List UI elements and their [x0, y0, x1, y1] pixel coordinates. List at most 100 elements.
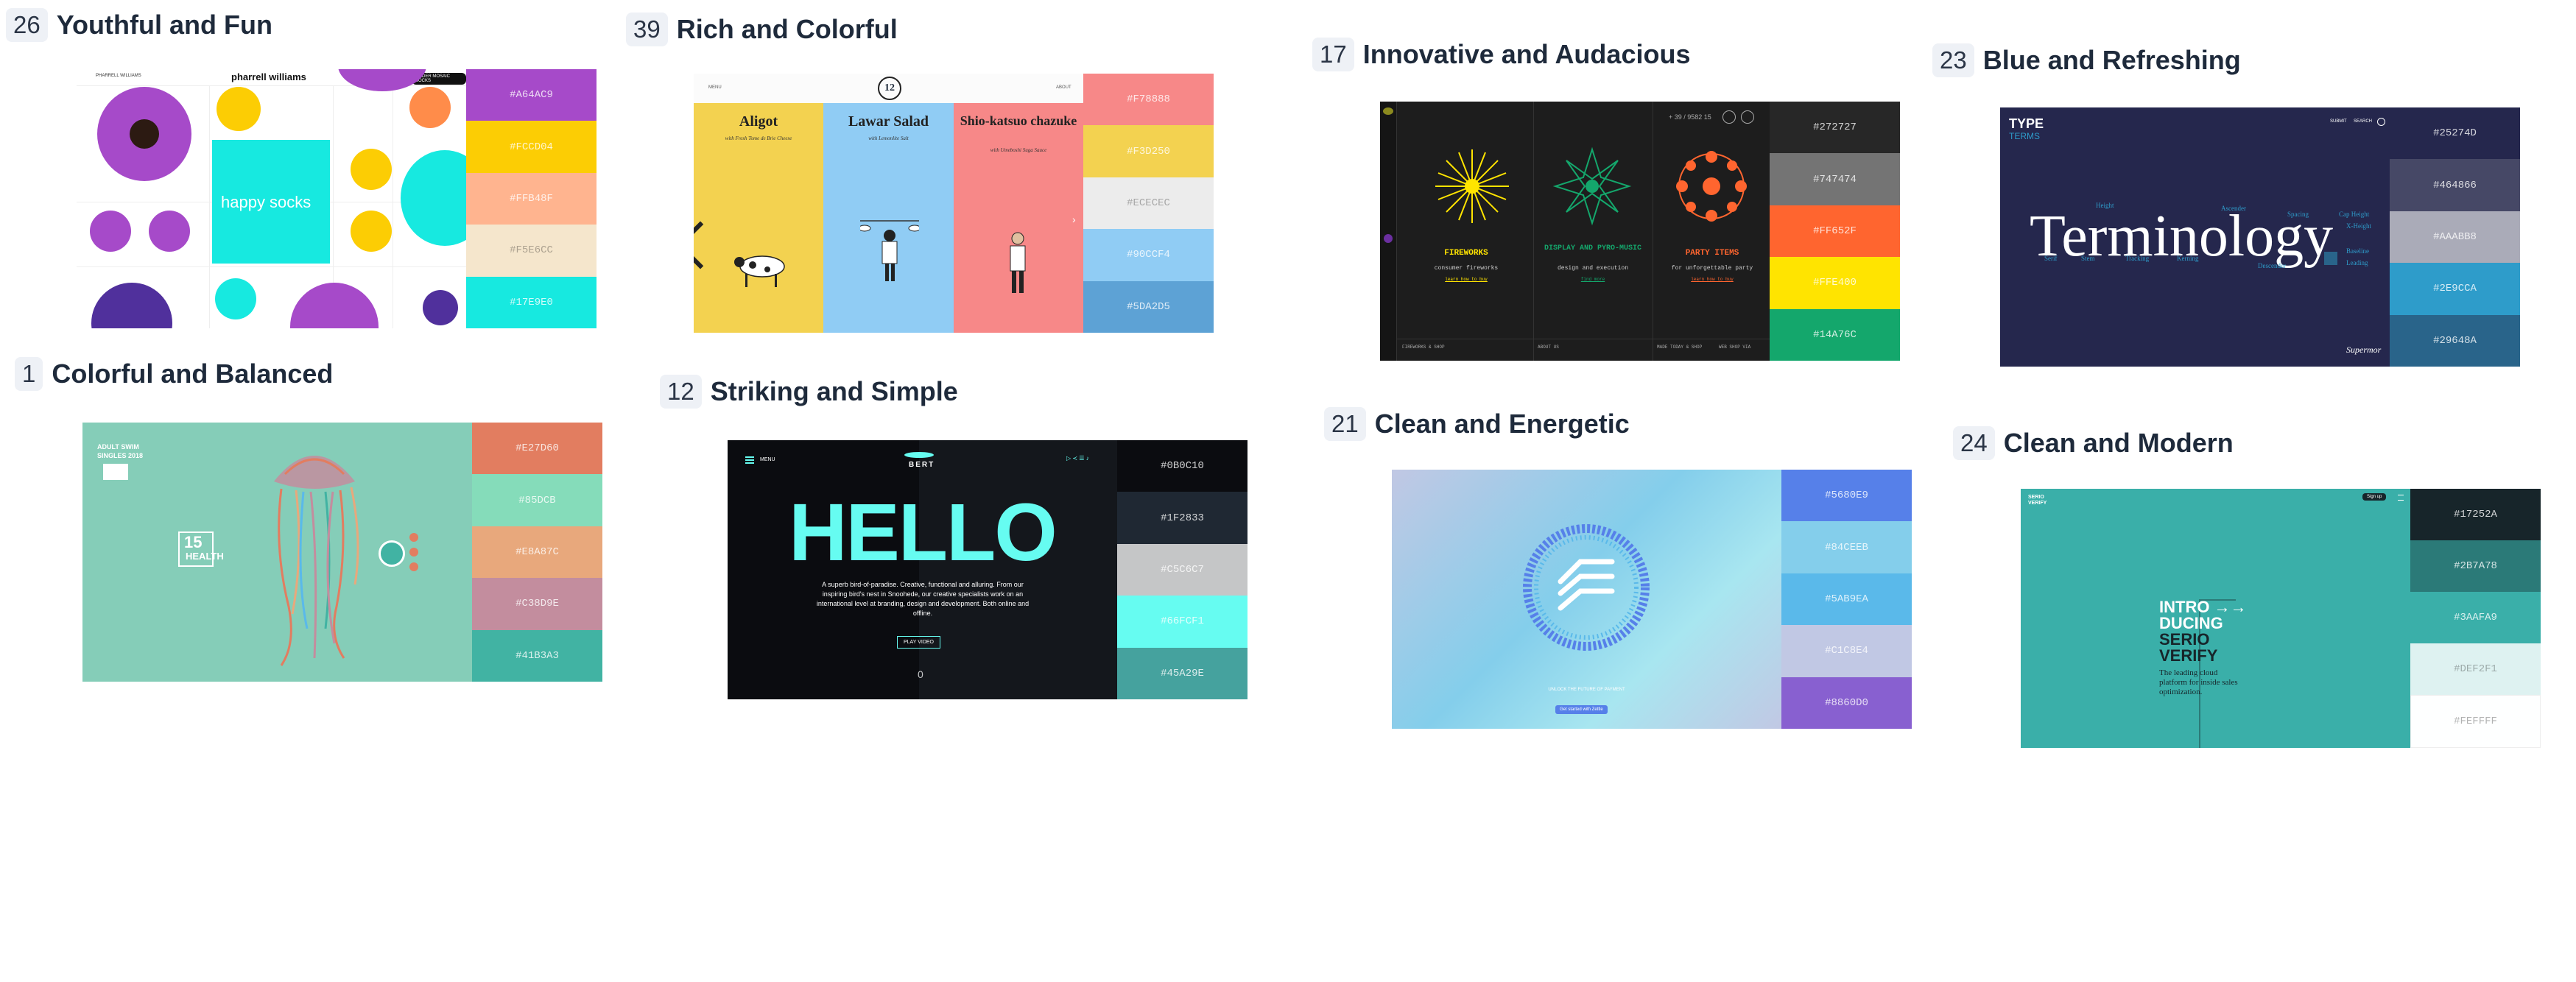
color-swatch[interactable]: #14A76C [1770, 308, 1900, 361]
color-swatch[interactable]: #E27D60 [472, 423, 602, 475]
card-header: 12 Striking and Simple [660, 370, 958, 414]
card-youthful-and-fun[interactable]: 26 Youthful and Fun [6, 3, 272, 47]
panel-link[interactable]: find more [1538, 277, 1648, 282]
color-swatch[interactable]: #66FCF1 [1117, 596, 1247, 648]
color-swatch[interactable]: #F3D250 [1083, 125, 1214, 177]
footer-link[interactable]: MADE TODAY & SHOP [1657, 345, 1702, 350]
color-swatch[interactable]: #FFB48F [466, 172, 597, 225]
next-arrow-icon[interactable]: › [1072, 213, 1076, 225]
color-swatch[interactable]: #F5E6CC [466, 225, 597, 277]
color-swatch[interactable]: #C1C8E4 [1781, 625, 1912, 677]
color-swatch[interactable]: #17252A [2410, 489, 2541, 540]
color-swatch[interactable]: #25274D [2390, 107, 2520, 160]
party-badge-icon [1676, 151, 1747, 222]
tagline: UNLOCK THE FUTURE OF PAYMENT [1548, 688, 1625, 692]
card-clean-and-energetic[interactable]: 21 Clean and Energetic [1324, 402, 1630, 446]
color-swatch[interactable]: #C38D9E [472, 578, 602, 630]
card-colorful-and-balanced[interactable]: 1 Colorful and Balanced [15, 352, 333, 396]
color-swatch[interactable]: #2B7A78 [2410, 540, 2541, 592]
footer-link[interactable]: ABOUT US [1538, 345, 1559, 350]
card-blue-and-refreshing[interactable]: 23 Blue and Refreshing [1932, 38, 2241, 82]
color-swatch[interactable]: #272727 [1770, 102, 1900, 154]
glossary-word: X-Height [2346, 222, 2371, 230]
timer-circle[interactable] [379, 540, 405, 567]
panel-link[interactable]: learn how to buy [1405, 277, 1527, 282]
color-swatch[interactable]: #29648A [2390, 314, 2520, 367]
card-header: 39 Rich and Colorful [626, 7, 898, 52]
preview-blue-and-refreshing[interactable]: TYPE TERMS SUBMIT SEARCH Terminology Hei… [2000, 107, 2520, 367]
glossary-word: Ascender [2221, 205, 2246, 212]
color-swatch[interactable]: #F78888 [1083, 74, 1214, 126]
footer-link[interactable]: WEB SHOP VIA [1719, 345, 1750, 350]
color-swatch[interactable]: #5AB9EA [1781, 573, 1912, 626]
preview-colorful-and-balanced[interactable]: ADULT SWIM SINGLES 2018 15 HEALTH #E27D6… [82, 423, 602, 682]
preview-clean-and-modern[interactable]: SERIO VERIFY Sign up INTRO →→ DUCING SER… [2021, 489, 2541, 748]
preview-striking-and-simple[interactable]: MENU BERT ▷ ≺ ☰ ♪ HELLO A superb bird-of… [728, 440, 1247, 699]
card-rich-and-colorful[interactable]: 39 Rich and Colorful [626, 7, 898, 52]
panel-title: DISPLAY AND PYRO-MUSIC [1544, 244, 1642, 252]
menu-icon[interactable] [1384, 234, 1393, 243]
website-screenshot: PHARRELL WILLIAMS pharrell williams ORDE… [77, 69, 466, 328]
color-swatch[interactable]: #45A29E [1117, 647, 1247, 699]
preview-clean-and-energetic[interactable]: UNLOCK THE FUTURE OF PAYMENT Get started… [1392, 470, 1912, 729]
dish-name: Lawar Salad [848, 113, 929, 130]
sign-up-button[interactable]: Sign up [2362, 493, 2387, 501]
play-video-button[interactable]: PLAY VIDEO [897, 636, 940, 649]
preview-rich-and-colorful[interactable]: MENU 12 ABOUT Aligot with Fresh Tome de … [694, 74, 1214, 333]
menu-icon[interactable] [745, 456, 754, 458]
menu-icon[interactable] [2398, 495, 2404, 501]
card-title: Clean and Modern [2003, 428, 2234, 458]
panel-desc: for unforgettable party [1671, 265, 1753, 272]
nav-left-text: PHARRELL WILLIAMS [96, 74, 141, 78]
color-swatch[interactable]: #2E9CCA [2390, 263, 2520, 315]
get-started-button[interactable]: Get started with Zettle [1555, 705, 1608, 714]
logo-icon [1383, 107, 1393, 115]
color-swatch[interactable]: #0B0C10 [1117, 440, 1247, 492]
color-swatch[interactable]: #FFE400 [1770, 257, 1900, 309]
card-innovative-and-audacious[interactable]: 17 Innovative and Audacious [1312, 32, 1690, 77]
website-screenshot: MENU 12 ABOUT Aligot with Fresh Tome de … [694, 74, 1083, 333]
nav-submit[interactable]: SUBMIT [2330, 119, 2347, 124]
color-swatch[interactable]: #E8A87C [472, 526, 602, 579]
color-swatch[interactable]: #85DCB [472, 474, 602, 526]
card-striking-and-simple[interactable]: 12 Striking and Simple [660, 370, 958, 414]
info-icon[interactable] [2377, 118, 2385, 126]
color-swatch[interactable]: #464866 [2390, 159, 2520, 211]
preview-innovative-and-audacious[interactable]: + 39 / 9582 15 FIREWORKS consumer firewo… [1380, 102, 1900, 361]
color-swatch[interactable]: #A64AC9 [466, 69, 597, 121]
color-swatch[interactable]: #DEF2F1 [2410, 643, 2541, 695]
menu-label[interactable]: MENU [760, 457, 775, 462]
mail-icon[interactable] [1741, 110, 1754, 124]
color-swatch[interactable]: #5680E9 [1781, 470, 1912, 522]
color-swatch[interactable]: #ECECEC [1083, 177, 1214, 230]
color-swatch[interactable]: #5DA2D5 [1083, 280, 1214, 333]
color-swatch[interactable]: #FF652F [1770, 205, 1900, 258]
color-swatch[interactable]: #1F2833 [1117, 492, 1247, 544]
color-swatch[interactable]: #FCCD04 [466, 121, 597, 173]
glossary-word: Leading [2346, 259, 2368, 266]
color-swatch[interactable]: #747474 [1770, 153, 1900, 205]
footer-link[interactable]: FIREWORKS & SHOP [1402, 345, 1445, 350]
card-number: 26 [6, 8, 48, 42]
preview-youthful-and-fun[interactable]: PHARRELL WILLIAMS pharrell williams ORDE… [77, 69, 597, 328]
color-swatch[interactable]: #84CEEB [1781, 521, 1912, 573]
headline: happy socks [221, 193, 312, 211]
color-swatch[interactable]: #8860D0 [1781, 677, 1912, 729]
spinner-ring-icon [1523, 524, 1650, 651]
dish-subtitle: with Umeboshi Suga Sauce [990, 147, 1047, 153]
color-swatch[interactable]: #C5C6C7 [1117, 543, 1247, 596]
color-swatch[interactable]: #90CCF4 [1083, 229, 1214, 281]
color-swatch[interactable]: #FEFFFF [2410, 695, 2541, 748]
social-icons[interactable]: ▷ ≺ ☰ ♪ [1066, 455, 1089, 462]
glossary-word: Serif [2044, 255, 2058, 262]
color-swatch[interactable]: #AAABB8 [2390, 211, 2520, 264]
nav-search[interactable]: SEARCH [2354, 119, 2372, 124]
dish-name: Shio-katsuo chazuke [960, 113, 1077, 128]
color-swatch[interactable]: #41B3A3 [472, 629, 602, 682]
color-swatch[interactable]: #3AAFA9 [2410, 592, 2541, 643]
color-swatch[interactable]: #17E9E0 [466, 276, 597, 328]
share-icon[interactable] [1722, 110, 1736, 124]
card-header: 17 Innovative and Audacious [1312, 32, 1690, 77]
panel-link[interactable]: learn how to buy [1657, 277, 1767, 282]
card-clean-and-modern[interactable]: 24 Clean and Modern [1953, 421, 2234, 465]
